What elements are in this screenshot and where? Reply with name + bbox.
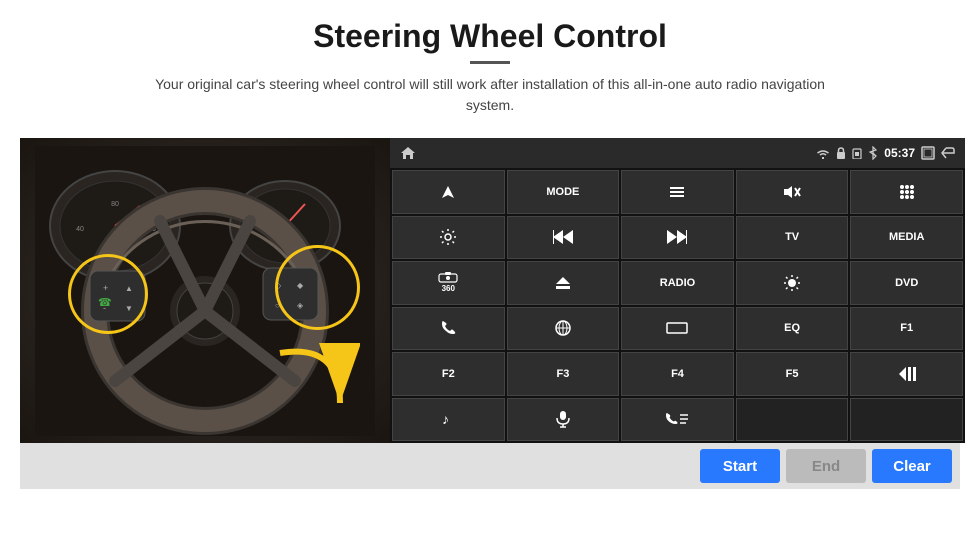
title-divider	[470, 61, 510, 64]
btn-mode[interactable]: MODE	[507, 170, 620, 214]
home-icon	[400, 146, 416, 160]
bluetooth-icon	[868, 146, 878, 160]
btn-empty2	[850, 398, 963, 442]
btn-360[interactable]: 360	[392, 261, 505, 305]
btn-dvd[interactable]: DVD	[850, 261, 963, 305]
btn-f5[interactable]: F5	[736, 352, 849, 396]
btn-mic[interactable]	[507, 398, 620, 442]
steering-wheel-image: 80 120 40	[20, 138, 390, 443]
btn-screen[interactable]	[621, 307, 734, 351]
btn-brightness[interactable]	[736, 261, 849, 305]
sim-icon	[852, 147, 862, 159]
content-row: 80 120 40	[20, 138, 960, 443]
wifi-icon	[816, 148, 830, 159]
btn-prev[interactable]	[507, 216, 620, 260]
highlight-circle-left	[68, 254, 148, 334]
btn-apps[interactable]	[850, 170, 963, 214]
btn-radio[interactable]: RADIO	[621, 261, 734, 305]
btn-eq[interactable]: EQ	[736, 307, 849, 351]
btn-tv[interactable]: TV	[736, 216, 849, 260]
btn-eject[interactable]	[507, 261, 620, 305]
btn-music[interactable]: ♪	[392, 398, 505, 442]
fullscreen-icon	[921, 146, 935, 160]
btn-nav[interactable]	[392, 170, 505, 214]
svg-text:80: 80	[111, 201, 119, 208]
btn-settings[interactable]	[392, 216, 505, 260]
status-bar: 05:37	[390, 138, 965, 168]
btn-playpause[interactable]	[850, 352, 963, 396]
page-subtitle: Your original car's steering wheel contr…	[140, 74, 840, 116]
btn-f3[interactable]: F3	[507, 352, 620, 396]
svg-text:♪: ♪	[442, 411, 449, 427]
page-title: Steering Wheel Control	[140, 18, 840, 55]
status-time: 05:37	[884, 146, 915, 160]
back-icon	[941, 147, 955, 159]
title-section: Steering Wheel Control Your original car…	[140, 18, 840, 130]
android-panel: 05:37	[390, 138, 965, 443]
btn-mute[interactable]	[736, 170, 849, 214]
btn-f2[interactable]: F2	[392, 352, 505, 396]
btn-f1[interactable]: F1	[850, 307, 963, 351]
yellow-arrow	[260, 333, 360, 423]
status-left	[400, 146, 416, 160]
lock-icon	[836, 147, 846, 159]
btn-menu[interactable]	[621, 170, 734, 214]
btn-f4[interactable]: F4	[621, 352, 734, 396]
btn-empty1	[736, 398, 849, 442]
svg-text:40: 40	[76, 226, 84, 233]
bottom-bar: Start End Clear	[20, 443, 960, 489]
start-button[interactable]: Start	[700, 449, 780, 483]
status-right: 05:37	[816, 146, 955, 160]
btn-phone[interactable]	[392, 307, 505, 351]
btn-browse[interactable]	[507, 307, 620, 351]
btn-phonecall[interactable]	[621, 398, 734, 442]
buttons-grid: MODE	[390, 168, 965, 443]
highlight-circle-right	[275, 245, 360, 330]
clear-button[interactable]: Clear	[872, 449, 952, 483]
btn-next[interactable]	[621, 216, 734, 260]
btn-media[interactable]: MEDIA	[850, 216, 963, 260]
end-button[interactable]: End	[786, 449, 866, 483]
